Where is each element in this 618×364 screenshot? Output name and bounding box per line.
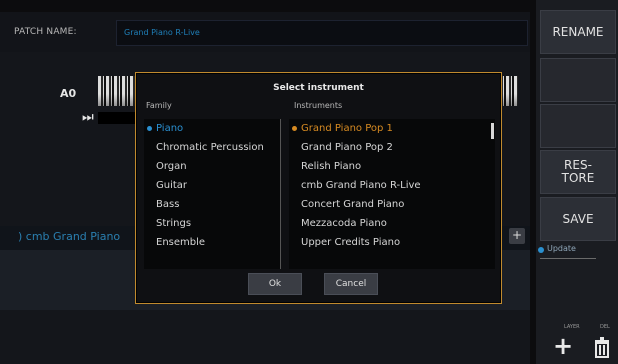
family-item[interactable]: Bass [144,195,280,214]
selected-dot-icon [292,126,297,131]
cancel-button[interactable]: Cancel [324,273,378,295]
dialog-title: Select instrument [273,83,364,93]
select-instrument-dialog: Select instrument Family Instruments Pia… [135,72,502,304]
disabled-button-1 [540,58,616,102]
patch-name-value: Grand Piano R-Live [124,28,200,37]
skip-icon[interactable]: ⏭ [82,110,94,125]
family-header: Family [146,101,172,110]
patch-bar: PATCH NAME: Grand Piano R-Live [0,12,530,52]
instrument-item[interactable]: Upper Credits Piano [289,233,495,252]
layer-name: ) cmb Grand Piano [18,230,121,243]
range-bar [98,112,138,124]
family-item[interactable]: Chromatic Percussion [144,138,280,157]
disabled-button-2 [540,104,616,148]
family-item[interactable]: Organ [144,157,280,176]
instrument-list-fade [289,255,495,269]
instrument-list[interactable]: Grand Piano Pop 1 Grand Piano Pop 2 Reli… [289,119,495,269]
lowest-note-label: A0 [60,87,77,100]
instrument-item[interactable]: Concert Grand Piano [289,195,495,214]
instrument-item[interactable]: Grand Piano Pop 2 [289,138,495,157]
instrument-item[interactable]: Relish Piano [289,157,495,176]
family-list-fade [144,255,280,269]
save-button[interactable]: SAVE [540,197,616,241]
instrument-item[interactable]: cmb Grand Piano R-Live [289,176,495,195]
ok-button[interactable]: Ok [248,273,302,295]
trash-icon[interactable] [592,336,612,358]
family-item[interactable]: Strings [144,214,280,233]
instrument-item[interactable]: Mezzacoda Piano [289,214,495,233]
instruments-header: Instruments [294,101,343,110]
patch-name-field[interactable]: Grand Piano R-Live [116,20,528,46]
rename-button[interactable]: RENAME [540,10,616,54]
restore-button[interactable]: RES- TORE [540,150,616,194]
family-list[interactable]: Piano Chromatic Percussion Organ Guitar … [144,119,281,269]
update-label[interactable]: Update [547,244,576,253]
plus-icon[interactable]: + [550,334,576,360]
instrument-scrollbar[interactable] [491,123,494,139]
update-indicator-icon[interactable] [538,247,544,253]
instrument-item-selected[interactable]: Grand Piano Pop 1 [289,119,495,138]
selected-dot-icon [147,126,152,131]
del-label: DEL [600,324,610,330]
add-small-icon[interactable]: + [509,228,525,244]
update-divider [540,258,596,259]
layer-label: LAYER [564,324,580,330]
family-item[interactable]: Guitar [144,176,280,195]
family-item[interactable]: Ensemble [144,233,280,252]
family-item-piano[interactable]: Piano [144,119,280,138]
patch-name-label: PATCH NAME: [14,27,77,37]
